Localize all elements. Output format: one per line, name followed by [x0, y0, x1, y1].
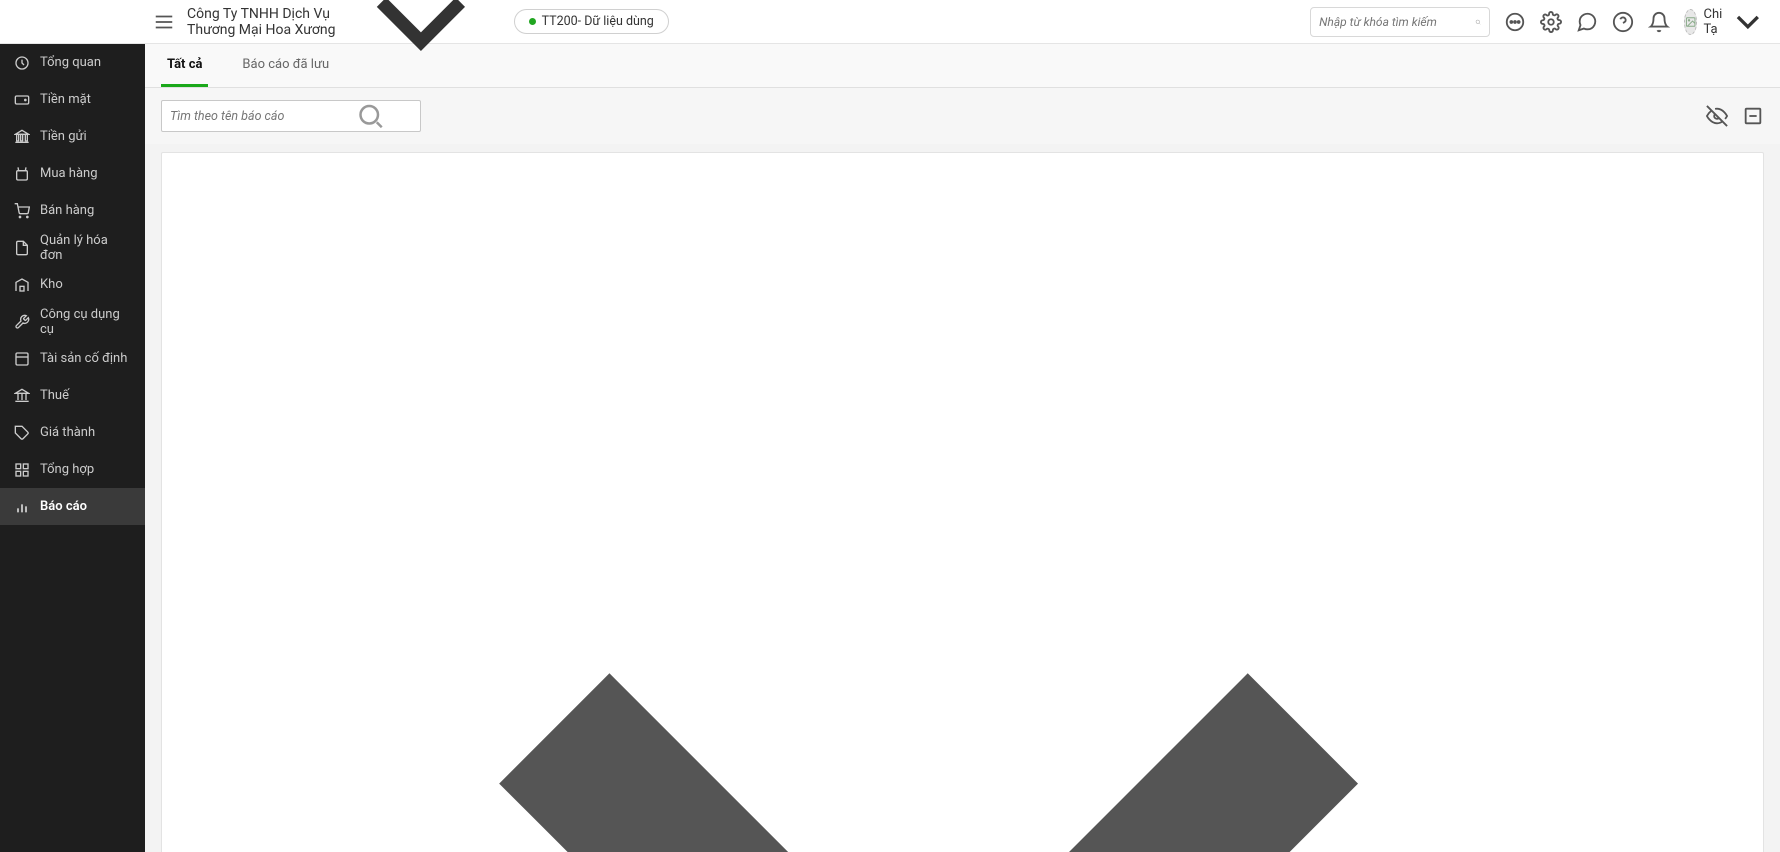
- sidebar-item-7[interactable]: Công cụ dụng cụ: [0, 303, 145, 340]
- cart-icon: [14, 203, 30, 219]
- visibility-toggle-icon[interactable]: [1706, 105, 1728, 127]
- sidebar-item-12[interactable]: Báo cáo: [0, 488, 145, 525]
- sidebar-item-label: Kho: [40, 277, 63, 292]
- data-badge[interactable]: TT200- Dữ liệu dùng: [514, 9, 669, 34]
- sidebar-item-8[interactable]: Tài sản cố định: [0, 340, 145, 377]
- sidebar-item-label: Giá thành: [40, 425, 95, 440]
- sidebar-item-label: Tài sản cố định: [40, 351, 127, 366]
- sidebar-item-label: Thuế: [40, 388, 69, 403]
- menu-toggle-icon[interactable]: [153, 11, 175, 33]
- status-dot-icon: [529, 18, 536, 25]
- chart-icon: [14, 499, 30, 515]
- sidebar: KẾ TOÁN Tổng quanTiền mặtTiền gửiMua hàn…: [0, 0, 145, 852]
- wallet-icon: [14, 92, 30, 108]
- sidebar-item-label: Tổng quan: [40, 55, 101, 70]
- sidebar-item-label: Quản lý hóa đơn: [40, 233, 131, 263]
- sidebar-item-label: Tiền gửi: [40, 129, 87, 144]
- sidebar-item-label: Tiền mặt: [40, 92, 91, 107]
- sidebar-item-label: Tổng hợp: [40, 462, 94, 477]
- sidebar-item-10[interactable]: Giá thành: [0, 414, 145, 451]
- chat-icon[interactable]: [1576, 11, 1598, 33]
- report-search-input[interactable]: [170, 109, 329, 124]
- main-content: Tất cả Báo cáo đã lưu Yêu thích Sổ chi t…: [145, 44, 1780, 852]
- panel-favorite: Yêu thích Sổ chi tiết mua hàngTổng hợp c…: [161, 152, 1764, 852]
- company-name-text: Công Ty TNHH Dịch Vụ Thương Mại Hoa Xươn…: [187, 6, 336, 38]
- bell-icon[interactable]: [1648, 11, 1670, 33]
- company-selector[interactable]: Công Ty TNHH Dịch Vụ Thương Mại Hoa Xươn…: [187, 0, 500, 100]
- avatar: [1684, 9, 1697, 35]
- price-icon: [14, 425, 30, 441]
- warehouse-icon: [14, 277, 30, 293]
- help-icon[interactable]: [1612, 11, 1634, 33]
- sidebar-item-label: Báo cáo: [40, 499, 87, 514]
- search-icon: [329, 101, 412, 131]
- sidebar-item-3[interactable]: Mua hàng: [0, 155, 145, 192]
- more-icon[interactable]: [1504, 11, 1526, 33]
- chevron-down-icon: [1728, 2, 1768, 42]
- tax-icon: [14, 388, 30, 404]
- sidebar-item-label: Mua hàng: [40, 166, 98, 181]
- sidebar-item-9[interactable]: Thuế: [0, 377, 145, 414]
- data-badge-text: TT200- Dữ liệu dùng: [542, 14, 654, 29]
- sidebar-item-0[interactable]: Tổng quan: [0, 44, 145, 81]
- global-search-input[interactable]: [1319, 15, 1475, 29]
- sidebar-item-2[interactable]: Tiền gửi: [0, 118, 145, 155]
- summary-icon: [14, 462, 30, 478]
- bag-icon: [14, 166, 30, 182]
- asset-icon: [14, 351, 30, 367]
- sidebar-item-4[interactable]: Bán hàng: [0, 192, 145, 229]
- search-icon: [1475, 8, 1481, 36]
- sidebar-item-5[interactable]: Quản lý hóa đơn: [0, 229, 145, 266]
- sidebar-item-label: Công cụ dụng cụ: [40, 307, 131, 337]
- chevron-down-icon: [180, 167, 1677, 852]
- bank-icon: [14, 129, 30, 145]
- doc-icon: [14, 240, 30, 256]
- tools-icon: [14, 314, 30, 330]
- user-menu[interactable]: Chi Tạ: [1684, 2, 1768, 42]
- global-search[interactable]: [1310, 7, 1490, 37]
- sidebar-item-11[interactable]: Tổng hợp: [0, 451, 145, 488]
- collapse-all-icon[interactable]: [1742, 105, 1764, 127]
- gauge-icon: [14, 55, 30, 71]
- user-name: Chi Tạ: [1703, 7, 1722, 37]
- report-search[interactable]: [161, 100, 421, 132]
- sidebar-item-label: Bán hàng: [40, 203, 94, 218]
- gear-icon[interactable]: [1540, 11, 1562, 33]
- sidebar-item-6[interactable]: Kho: [0, 266, 145, 303]
- panel-favorite-header[interactable]: Yêu thích: [162, 153, 1763, 852]
- chevron-down-icon: [342, 0, 500, 100]
- sidebar-item-1[interactable]: Tiền mặt: [0, 81, 145, 118]
- header: Công Ty TNHH Dịch Vụ Thương Mại Hoa Xươn…: [0, 0, 1780, 44]
